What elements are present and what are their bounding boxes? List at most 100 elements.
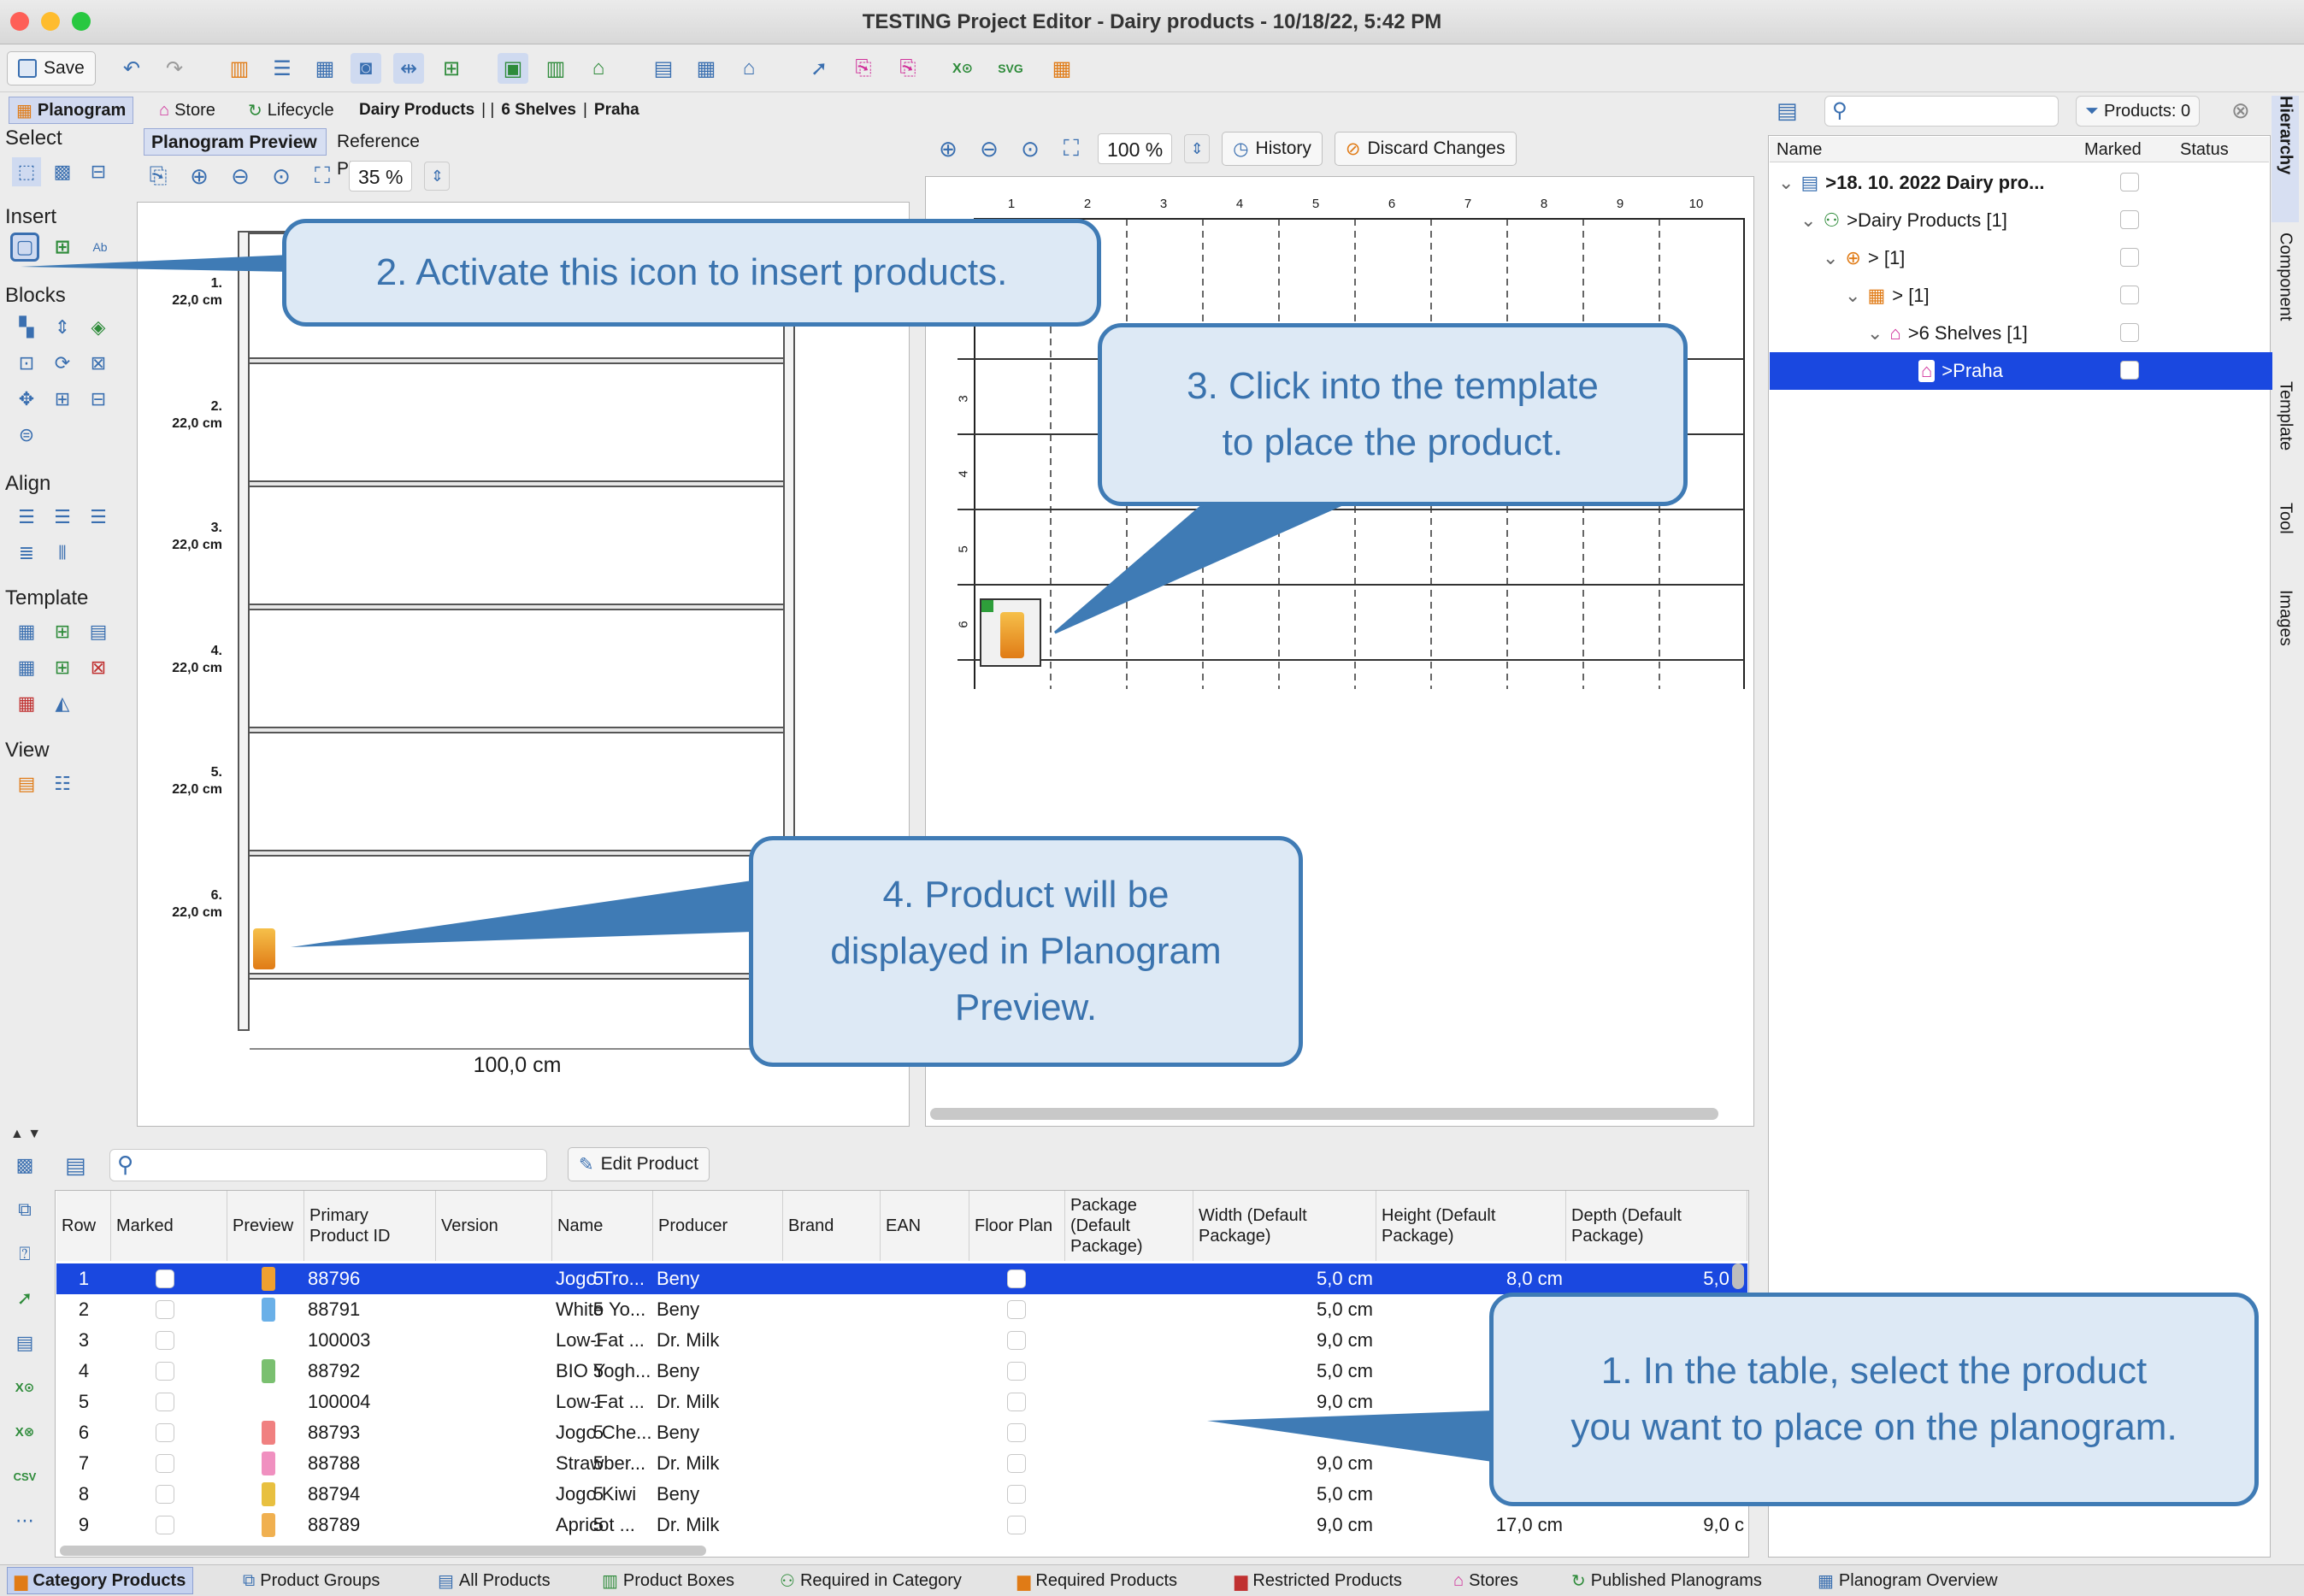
template-mirror-icon[interactable]: ◭ [48, 689, 77, 718]
table-locate-icon[interactable]: ➚ [10, 1284, 39, 1313]
export-preview-icon[interactable]: ⎘ [144, 162, 173, 191]
tab-product-boxes[interactable]: ▥ Product Boxes [595, 1567, 741, 1594]
align-justify-icon[interactable]: ≣ [12, 539, 41, 568]
pointer-export-icon[interactable]: ➚ [804, 53, 834, 84]
tab-store[interactable]: ⌂ Store [152, 97, 222, 124]
vtab-hierarchy[interactable]: Hierarchy [2272, 96, 2299, 222]
block-split-icon[interactable]: ⊞ [48, 385, 77, 414]
th-primary-id[interactable]: Primary Product ID [304, 1191, 436, 1261]
marked-checkbox[interactable] [156, 1485, 174, 1504]
align-right-icon[interactable]: ☰ [84, 503, 113, 532]
marked-checkbox[interactable] [156, 1269, 174, 1288]
marked-checkbox[interactable] [156, 1300, 174, 1319]
table-copy-icon[interactable]: ⧉ [10, 1195, 39, 1224]
th-package[interactable]: Package (Default Package) [1065, 1191, 1193, 1261]
camera-icon[interactable]: ◙ [351, 53, 381, 84]
th-brand[interactable]: Brand [783, 1191, 881, 1261]
tree-mark-checkbox[interactable] [2120, 248, 2139, 267]
columns-icon[interactable]: ▦ [309, 53, 340, 84]
tab-planogram-overview[interactable]: ▦ Planogram Overview [1811, 1567, 2005, 1594]
zoom-out-icon[interactable]: ⊖ [226, 162, 255, 191]
floor-plan-checkbox[interactable] [1007, 1516, 1026, 1534]
template-clear-icon[interactable]: ▦ [12, 689, 41, 718]
insert-text-icon[interactable]: Ab [85, 233, 115, 262]
shelf-rows-icon[interactable]: ☰ [267, 53, 298, 84]
marked-checkbox[interactable] [156, 1331, 174, 1350]
template-zoom-fit-icon[interactable]: ⊙ [1016, 134, 1045, 163]
vtab-tool[interactable]: Tool [2272, 503, 2299, 571]
th-depth[interactable]: Depth (Default Package) [1566, 1191, 1747, 1261]
grid-view-icon[interactable]: ▦ [691, 53, 722, 84]
store-home-icon[interactable]: ⌂ [583, 53, 614, 84]
template-add-icon[interactable]: ⊞ [48, 617, 77, 646]
tab-required-in-category[interactable]: ⚇ Required in Category [773, 1567, 969, 1594]
align-columns-icon[interactable]: ⦀ [48, 539, 77, 568]
tab-reference-photos[interactable]: Reference Photos [330, 128, 484, 179]
floor-plan-checkbox[interactable] [1007, 1362, 1026, 1381]
tree-mark-checkbox[interactable] [2120, 286, 2139, 304]
template-zoom-out-icon[interactable]: ⊖ [975, 134, 1004, 163]
select-area-icon[interactable]: ▩ [48, 157, 77, 186]
product-search-input[interactable]: ⚲ [109, 1149, 547, 1181]
th-version[interactable]: Version [436, 1191, 552, 1261]
tree-node-planogram[interactable]: ⌄ ▤ >18. 10. 2022 Dairy pro... [1770, 164, 2272, 202]
zoom-full-icon[interactable]: ⛶ [308, 162, 337, 191]
table-info-icon[interactable]: ⍰ [10, 1240, 39, 1269]
block-resize-icon[interactable]: ⊠ [84, 349, 113, 378]
insert-product-icon[interactable]: ▢ [10, 233, 39, 262]
table-more-icon[interactable]: ⋯ [10, 1506, 39, 1535]
svg-export-icon[interactable]: SVG [995, 53, 1026, 84]
marked-checkbox[interactable] [156, 1423, 174, 1442]
template-delete-icon[interactable]: ⊠ [84, 653, 113, 682]
tab-planogram[interactable]: ▦ Planogram [9, 97, 134, 124]
template-edit-icon[interactable]: ▤ [84, 617, 113, 646]
zoom-stepper[interactable]: ⇕ [424, 162, 451, 191]
undo-icon[interactable]: ↶ [116, 53, 147, 84]
history-button[interactable]: ◷ History [1222, 132, 1323, 166]
tree-node-store[interactable]: ⌂ >Praha [1770, 352, 2272, 390]
template-placed-product[interactable] [980, 598, 1041, 667]
select-row-icon[interactable]: ⊟ [84, 157, 113, 186]
clear-filter-icon[interactable]: ⊗ [2231, 97, 2250, 124]
view-colors-icon[interactable]: ▤ [12, 769, 41, 798]
template-grid-icon[interactable]: ▦ [12, 617, 41, 646]
block-3d-icon[interactable]: ◈ [84, 313, 113, 342]
tab-planogram-preview[interactable]: Planogram Preview [144, 128, 327, 156]
th-preview[interactable]: Preview [227, 1191, 304, 1261]
tab-lifecycle[interactable]: ↻ Lifecycle [241, 97, 341, 124]
product-sort-icon[interactable]: ▥ [224, 53, 255, 84]
template-hscrollbar[interactable] [930, 1108, 1718, 1120]
zoom-fit-icon[interactable]: ⊙ [267, 162, 296, 191]
tab-product-groups[interactable]: ⧉ Product Groups [236, 1567, 386, 1594]
th-marked[interactable]: Marked [111, 1191, 227, 1261]
tree-node-fixture[interactable]: ⌄ ⌂ >6 Shelves [1] [1770, 315, 2272, 352]
hierarchy-table-icon[interactable]: ▤ [1777, 97, 1798, 124]
floor-plan-checkbox[interactable] [1007, 1393, 1026, 1411]
block-move-icon[interactable]: ⊡ [12, 349, 41, 378]
tree-node-layout[interactable]: ⌄ ▦ > [1] [1770, 277, 2272, 315]
save-button[interactable]: Save [7, 51, 96, 85]
align-left-icon[interactable]: ☰ [12, 503, 41, 532]
view-list-icon[interactable]: ☷ [48, 769, 77, 798]
th-width[interactable]: Width (Default Package) [1193, 1191, 1376, 1261]
hierarchy-search-input[interactable]: ⚲ [1824, 96, 2059, 127]
align-center-icon[interactable]: ☰ [48, 503, 77, 532]
table-excel-import-icon[interactable]: X⊗ [10, 1417, 39, 1446]
preview-zoom-field[interactable]: 35 % [349, 161, 413, 191]
floor-plan-checkbox[interactable] [1007, 1485, 1026, 1504]
pdf-report-icon[interactable]: ⎘ [893, 53, 923, 84]
tree-node-group[interactable]: ⌄ ⊕ > [1] [1770, 239, 2272, 277]
table-excel-icon[interactable]: X⊙ [10, 1373, 39, 1402]
table-columns-icon[interactable]: ▤ [65, 1152, 86, 1179]
table-hscrollbar[interactable] [60, 1546, 706, 1556]
floor-plan-checkbox[interactable] [1007, 1331, 1026, 1350]
zoom-in-icon[interactable]: ⊕ [185, 162, 214, 191]
planogram-export-icon[interactable]: ▦ [1046, 53, 1077, 84]
floor-plan-checkbox[interactable] [1007, 1269, 1026, 1288]
th-height[interactable]: Height (Default Package) [1376, 1191, 1566, 1261]
tab-category-products[interactable]: ▆ Category Products [7, 1567, 194, 1594]
excel-export-icon[interactable]: X⊙ [947, 53, 978, 84]
tree-mark-checkbox[interactable] [2120, 323, 2139, 342]
redo-icon[interactable]: ↷ [159, 53, 190, 84]
tab-all-products[interactable]: ▤ All Products [431, 1567, 557, 1594]
